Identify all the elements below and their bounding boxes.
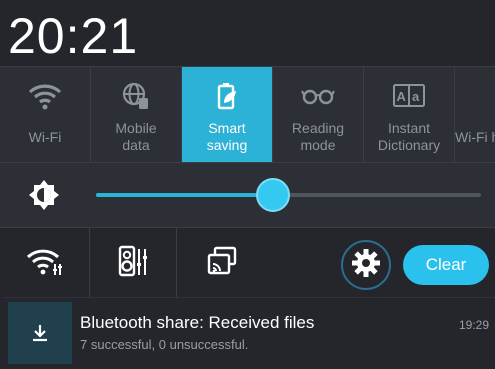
wifi-icon <box>0 81 90 111</box>
brightness-fill <box>96 193 274 197</box>
brightness-row <box>0 162 495 227</box>
tile-smart-saving-label: Smart saving <box>206 120 248 153</box>
screen-cast-icon <box>206 246 238 281</box>
settings-button[interactable] <box>341 240 391 290</box>
tile-wifi-hotspot-label: Wi-Fi h <box>455 129 495 145</box>
svg-text:a: a <box>412 89 420 104</box>
download-icon <box>8 302 72 364</box>
hotspot-icon <box>455 81 495 111</box>
quick-actions-row: Clear <box>0 227 495 298</box>
clear-button[interactable]: Clear <box>403 245 489 285</box>
tile-instant-dictionary-label: Instant Dictionary <box>377 120 441 153</box>
tile-mobile-data[interactable]: Mobile data <box>91 67 182 163</box>
dictionary-icon: A a <box>364 81 454 111</box>
audio-wizard-button[interactable] <box>90 228 177 298</box>
svg-text:A: A <box>397 89 407 104</box>
tile-wifi-hotspot[interactable]: Wi-Fi h <box>455 67 495 163</box>
gear-icon <box>351 248 381 283</box>
notification-title: Bluetooth share: Received files <box>80 313 315 332</box>
tile-smart-saving[interactable]: Smart saving <box>182 67 273 163</box>
clock: 20:21 <box>8 8 139 64</box>
screen-cast-button[interactable] <box>177 228 267 298</box>
wifi-settings-button[interactable] <box>0 228 90 298</box>
audio-wizard-icon <box>118 245 148 282</box>
globe-icon <box>91 81 181 111</box>
notification-panel: 20:21 Wi-Fi Mobile data Smart saving Rea… <box>0 0 495 369</box>
tile-mobile-data-label: Mobile data <box>115 120 157 153</box>
brightness-icon <box>28 179 60 211</box>
notification-bluetooth-share[interactable]: Bluetooth share: Received files 7 succes… <box>4 297 495 365</box>
battery-leaf-icon <box>182 81 272 111</box>
notification-subtitle: 7 successful, 0 unsuccessful. <box>80 337 249 352</box>
glasses-icon <box>273 81 363 111</box>
quick-settings-tiles: Wi-Fi Mobile data Smart saving Reading m… <box>0 66 495 163</box>
brightness-slider-thumb[interactable] <box>256 178 291 212</box>
tile-reading-mode[interactable]: Reading mode <box>273 67 364 163</box>
notification-time: 19:29 <box>458 318 489 332</box>
tile-wifi[interactable]: Wi-Fi <box>0 67 91 163</box>
wifi-settings-icon <box>25 246 65 281</box>
tile-wifi-label: Wi-Fi <box>28 129 62 145</box>
tile-instant-dictionary[interactable]: A a Instant Dictionary <box>364 67 455 163</box>
tile-reading-mode-label: Reading mode <box>291 120 345 153</box>
